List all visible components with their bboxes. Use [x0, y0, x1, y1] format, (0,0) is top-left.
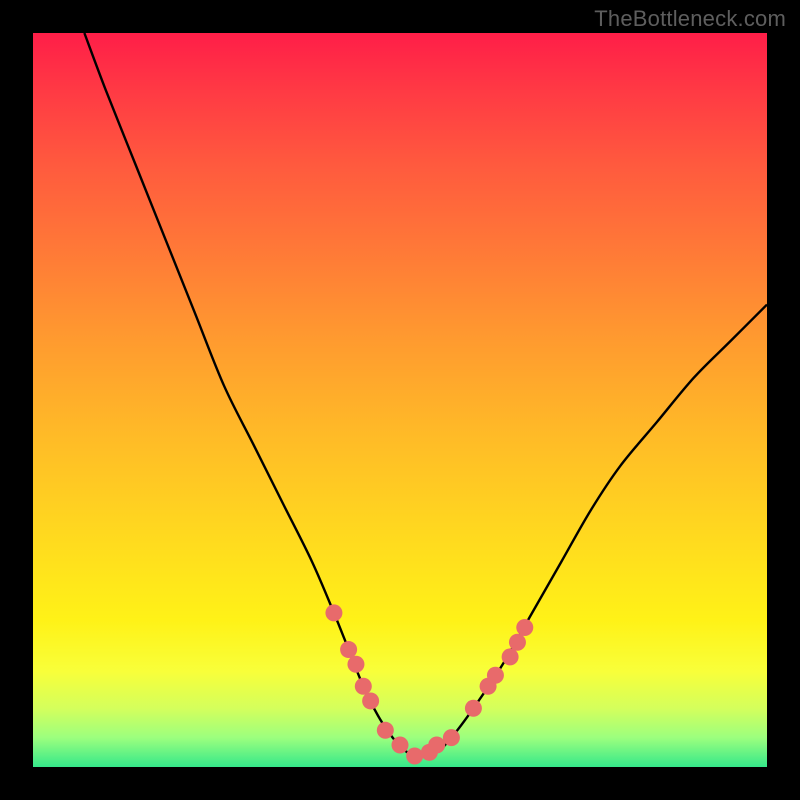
dot — [355, 678, 372, 695]
dot — [516, 619, 533, 636]
dot — [487, 667, 504, 684]
dot — [392, 736, 409, 753]
dot — [362, 692, 379, 709]
dot — [502, 648, 519, 665]
dot — [465, 700, 482, 717]
chart-frame: TheBottleneck.com — [0, 0, 800, 800]
highlight-dots — [325, 604, 533, 764]
dot — [406, 747, 423, 764]
dot — [377, 722, 394, 739]
dot — [340, 641, 357, 658]
dot — [428, 736, 445, 753]
dot — [509, 634, 526, 651]
dot — [347, 656, 364, 673]
curve-layer — [33, 33, 767, 767]
watermark-text: TheBottleneck.com — [594, 6, 786, 32]
dot — [443, 729, 460, 746]
bottleneck-curve — [84, 33, 767, 756]
dot — [325, 604, 342, 621]
